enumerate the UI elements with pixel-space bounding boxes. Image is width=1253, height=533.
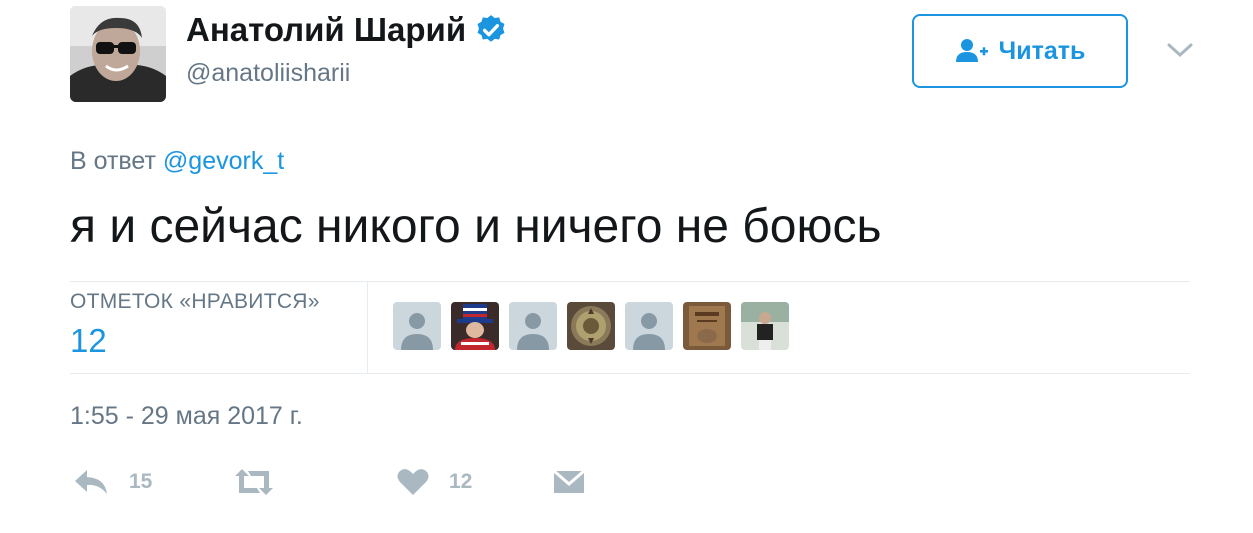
follow-user-plus-icon: [955, 39, 988, 62]
liker-avatar-person[interactable]: [741, 302, 789, 350]
retweet-button[interactable]: [233, 468, 275, 496]
reply-context: В ответ @gevork_t: [70, 145, 284, 177]
reply-button[interactable]: 15: [73, 468, 152, 496]
likes-count[interactable]: 12: [70, 322, 107, 360]
likers-avatars: [393, 302, 799, 350]
envelope-icon: [553, 469, 585, 493]
reply-icon: [75, 470, 107, 494]
like-button[interactable]: 12: [397, 468, 472, 496]
direct-message-button[interactable]: [553, 468, 585, 496]
liker-avatar-emblem[interactable]: [567, 302, 615, 350]
like-count: 12: [449, 470, 473, 493]
retweet-icon: [235, 469, 273, 495]
follow-button-label: Читать: [998, 36, 1086, 65]
heart-icon: [397, 469, 429, 495]
liker-avatar-default[interactable]: [509, 302, 557, 350]
author-display-name[interactable]: Анатолий Шарий: [186, 10, 508, 50]
liker-avatar-uncle-sam[interactable]: [451, 302, 499, 350]
author-handle[interactable]: @anatoliisharii: [186, 57, 350, 89]
stats-vertical-divider: [367, 282, 368, 374]
reply-mention-link[interactable]: @gevork_t: [163, 147, 284, 175]
liker-avatar-book[interactable]: [683, 302, 731, 350]
likes-label[interactable]: ОТМЕТОК «НРАВИТСЯ»: [70, 290, 320, 314]
tweet-text: я и сейчас никого и ничего не боюсь: [70, 200, 882, 253]
stats-bottom-divider: [70, 373, 1190, 374]
verified-badge-icon: [474, 13, 508, 47]
author-avatar[interactable]: [70, 6, 166, 102]
follow-button[interactable]: Читать: [912, 14, 1128, 88]
display-name-text[interactable]: Анатолий Шарий: [186, 10, 466, 50]
reply-prefix: В ответ: [70, 147, 156, 175]
liker-avatar-default[interactable]: [393, 302, 441, 350]
liker-avatar-default[interactable]: [625, 302, 673, 350]
reply-count: 15: [129, 470, 153, 493]
tweet-timestamp[interactable]: 1:55 - 29 мая 2017 г.: [70, 402, 303, 431]
stats-top-divider: [70, 281, 1190, 282]
chevron-down-icon[interactable]: [1166, 40, 1194, 60]
